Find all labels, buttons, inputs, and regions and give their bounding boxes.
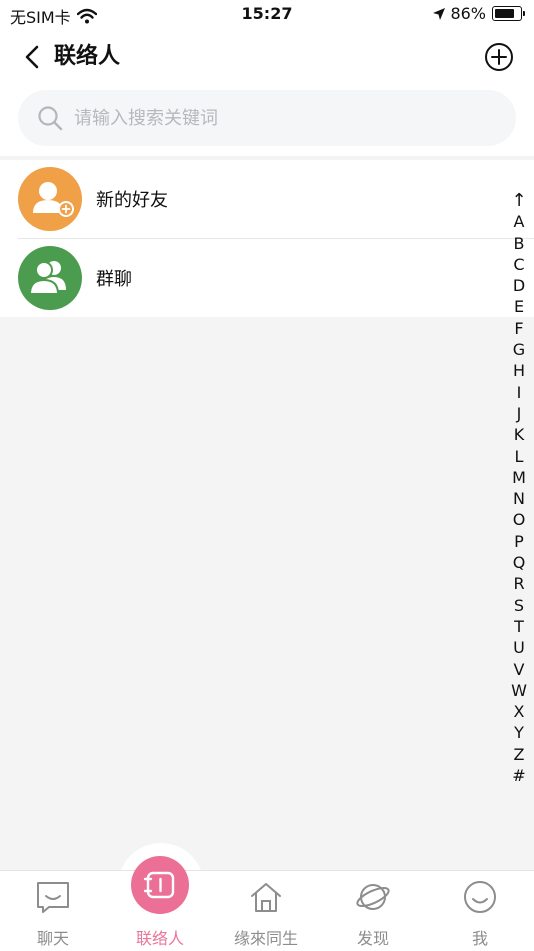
status-right: 86% [432,4,525,23]
index-letter[interactable]: Q [510,552,528,573]
tab-label: 聊天 [36,929,69,948]
contacts-icon [143,871,175,899]
location-arrow-icon [433,7,446,20]
tab-label: 缘來同生 [233,929,298,948]
contact-name: 群聊 [96,269,132,290]
search-icon [38,106,63,131]
index-letter[interactable]: O [510,509,528,530]
index-letter[interactable]: C [510,254,528,275]
index-letter[interactable]: Y [510,722,528,743]
index-letter[interactable]: X [510,701,528,722]
index-letter[interactable]: S [510,595,528,616]
index-letter[interactable]: # [510,765,528,786]
index-letter[interactable]: V [510,659,528,680]
index-letter[interactable]: B [510,233,528,254]
avatar [18,246,82,310]
index-letter[interactable]: A [510,211,528,232]
contact-list: 新的好友 群聊 [0,160,534,317]
index-letter[interactable]: M [510,467,528,488]
add-contact-button[interactable] [484,42,514,72]
battery-fill [495,9,514,18]
house-icon [251,883,281,912]
planet-icon [356,884,390,910]
user-add-icon [33,182,74,217]
index-letter[interactable]: P [510,531,528,552]
tab-discover[interactable]: 发现 [320,871,426,951]
new-friends-item[interactable]: 新的好友 [0,160,534,238]
search-box[interactable] [18,90,516,146]
smile-icon [464,881,496,913]
index-letter[interactable]: G [510,339,528,360]
contact-name: 新的好友 [96,190,168,211]
index-letter[interactable]: Z [510,744,528,765]
index-letter[interactable]: W [510,680,528,701]
index-letter[interactable]: N [510,488,528,509]
search-input[interactable] [72,106,476,130]
contacts-tab-active-circle[interactable] [131,856,189,914]
avatar [18,167,82,231]
chat-icon [37,882,69,913]
index-letter[interactable]: E [510,296,528,317]
index-letter[interactable]: L [510,446,528,467]
back-button[interactable] [18,42,48,72]
index-letter[interactable]: J [510,403,528,424]
alphabet-index[interactable]: ↑ A B C D E F G H I J K L M N O P Q R S T U V W X Y Z # [510,190,528,786]
battery-icon [492,6,525,21]
index-letter[interactable]: H [510,360,528,381]
tab-label: 我 [471,929,488,948]
index-letter[interactable]: R [510,573,528,594]
status-bar: 无SIM卡 15:27 86% [0,0,534,28]
index-letter[interactable]: K [510,424,528,445]
battery-percent: 86% [450,4,486,23]
plus-circle-icon [485,43,513,71]
page-title: 联络人 [54,44,121,69]
tab-label: 发现 [356,929,389,948]
index-letter[interactable]: I [510,382,528,403]
index-letter[interactable]: U [510,637,528,658]
index-letter[interactable]: F [510,318,528,339]
tab-me[interactable]: 我 [427,871,533,951]
tab-chat[interactable]: 聊天 [0,871,106,951]
index-letter[interactable]: T [510,616,528,637]
search-section [0,86,534,156]
index-letter[interactable]: D [510,275,528,296]
tab-yuanlai[interactable]: 缘來同生 [213,871,319,951]
tab-label: 联络人 [135,929,184,948]
tab-bar: 聊天 联络人 缘來同生 发现 我 [0,870,534,951]
nav-bar: 联络人 [0,28,534,86]
index-top-arrow[interactable]: ↑ [510,190,528,211]
chevron-left-icon [25,45,39,69]
group-chat-item[interactable]: 群聊 [18,238,534,317]
group-icon [28,261,66,295]
